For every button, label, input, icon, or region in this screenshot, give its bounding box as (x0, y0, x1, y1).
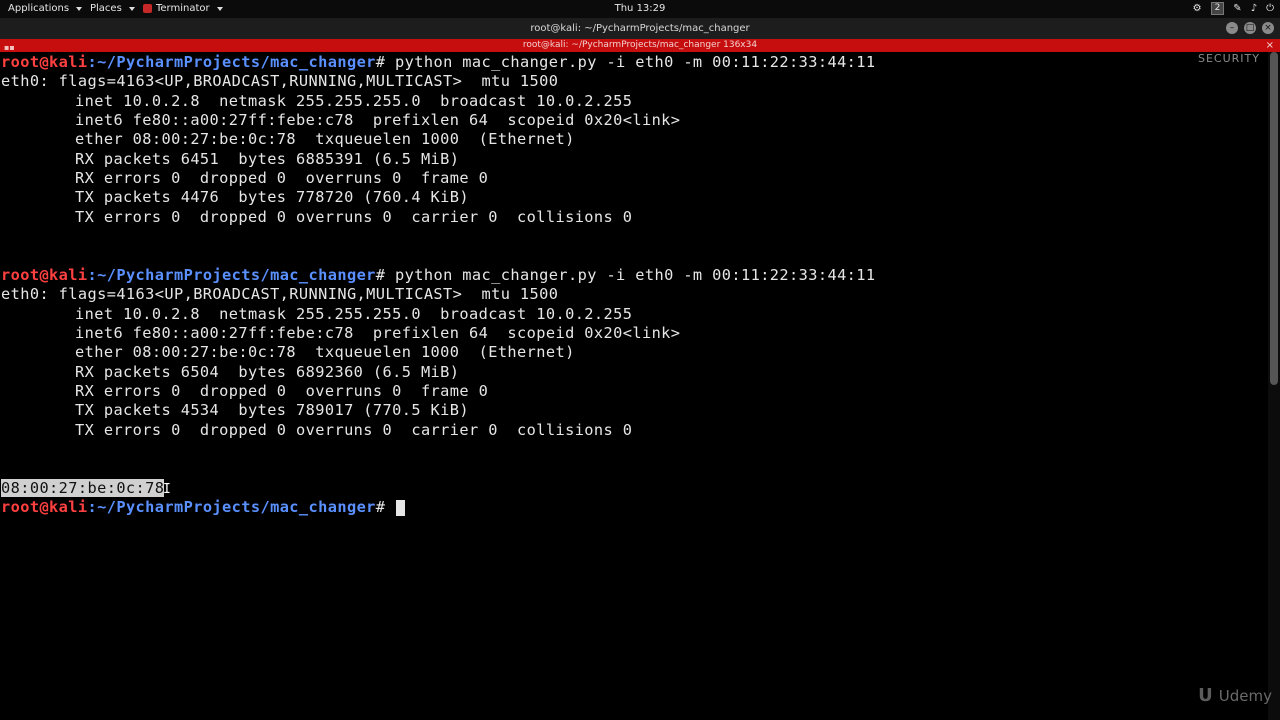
selected-mac-text[interactable]: 08:00:27:be:0c:78 (1, 479, 165, 497)
output-line: inet 10.0.2.8 netmask 255.255.255.0 broa… (75, 305, 633, 323)
screenshot-pen-icon[interactable]: ✎ (1233, 3, 1241, 14)
prompt-symbol: # (375, 498, 396, 516)
top-panel: Applications Places Terminator Thu 13:29… (0, 0, 1280, 18)
output-line: TX errors 0 dropped 0 overruns 0 carrier… (75, 421, 633, 439)
output-line: TX packets 4534 bytes 789017 (770.5 KiB) (75, 401, 469, 419)
output-line: RX errors 0 dropped 0 overruns 0 frame 0 (75, 382, 489, 400)
output-line: inet 10.0.2.8 netmask 255.255.255.0 broa… (75, 92, 633, 110)
udemy-watermark: U Udemy (1198, 685, 1272, 706)
output-line: TX packets 4476 bytes 778720 (760.4 KiB) (75, 188, 469, 206)
network-settings-icon[interactable]: ⚙ (1193, 3, 1202, 14)
prompt-line: root@kali:~/PycharmProjects/mac_changer#… (1, 53, 876, 72)
udemy-logo-icon: U (1198, 685, 1213, 706)
prompt-line: root@kali:~/PycharmProjects/mac_changer# (1, 498, 406, 517)
prompt-user: root@kali (1, 266, 88, 284)
output-line: TX errors 0 dropped 0 overruns 0 carrier… (75, 208, 633, 226)
prompt-path: :~/PycharmProjects/mac_changer (87, 53, 376, 71)
volume-icon[interactable]: ♪ (1251, 3, 1257, 14)
udemy-label: Udemy (1218, 686, 1272, 705)
terminal-tab-title: root@kali: ~/PycharmProjects/mac_changer… (522, 40, 758, 50)
output-line: eth0: flags=4163<UP,BROADCAST,RUNNING,MU… (1, 285, 559, 303)
minimize-button[interactable]: – (1226, 22, 1238, 34)
window-title: root@kali: ~/PycharmProjects/mac_changer (530, 23, 750, 34)
terminal-tab-bar[interactable]: ▪▪ root@kali: ~/PycharmProjects/mac_chan… (0, 39, 1280, 52)
scrollbar-thumb[interactable] (1270, 52, 1278, 385)
prompt-path: :~/PycharmProjects/mac_changer (87, 266, 376, 284)
system-tray: ⚙ 2 ✎ ♪ ⏻ (1193, 2, 1274, 15)
prompt-symbol: # (375, 53, 396, 71)
window-titlebar[interactable]: root@kali: ~/PycharmProjects/mac_changer… (0, 18, 1280, 39)
prompt-user: root@kali (1, 53, 88, 71)
terminal-cursor[interactable] (396, 499, 406, 516)
close-button[interactable]: × (1262, 22, 1274, 34)
prompt-path: :~/PycharmProjects/mac_changer (87, 498, 376, 516)
output-line: eth0: flags=4163<UP,BROADCAST,RUNNING,MU… (1, 72, 559, 90)
workspace-indicator[interactable]: 2 (1210, 2, 1225, 15)
command-text: python mac_changer.py -i eth0 -m 00:11:2… (395, 53, 876, 71)
clock[interactable]: Thu 13:29 (0, 3, 1280, 14)
output-line: ether 08:00:27:be:0c:78 txqueuelen 1000 … (75, 130, 575, 148)
maximize-button[interactable]: □ (1244, 22, 1256, 34)
prompt-symbol: # (375, 266, 396, 284)
output-line: RX errors 0 dropped 0 overruns 0 frame 0 (75, 169, 489, 187)
security-watermark: SECURITY (1198, 52, 1260, 65)
terminal-area[interactable]: root@kali:~/PycharmProjects/mac_changer#… (0, 52, 1268, 720)
close-icon[interactable]: × (1266, 39, 1274, 52)
output-line: inet6 fe80::a00:27ff:febe:c78 prefixlen … (75, 111, 681, 129)
power-icon[interactable]: ⏻ (1266, 3, 1274, 14)
output-line: ether 08:00:27:be:0c:78 txqueuelen 1000 … (75, 343, 575, 361)
terminal-scrollbar[interactable] (1268, 52, 1280, 720)
prompt-user: root@kali (1, 498, 88, 516)
window-controls: – □ × (1226, 22, 1274, 34)
text-cursor-icon: I (163, 482, 171, 497)
prompt-line: root@kali:~/PycharmProjects/mac_changer#… (1, 266, 876, 285)
output-line: inet6 fe80::a00:27ff:febe:c78 prefixlen … (75, 324, 681, 342)
output-line: 08:00:27:be:0c:78 (1, 479, 165, 498)
output-line: RX packets 6451 bytes 6885391 (6.5 MiB) (75, 150, 460, 168)
output-line: RX packets 6504 bytes 6892360 (6.5 MiB) (75, 363, 460, 381)
command-text: python mac_changer.py -i eth0 -m 00:11:2… (395, 266, 876, 284)
